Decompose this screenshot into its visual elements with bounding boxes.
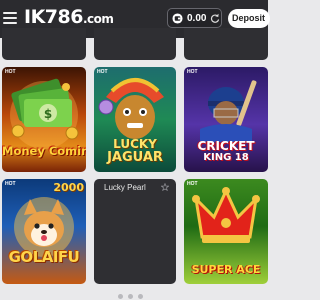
game-title-line-1: CRICKET [197, 139, 255, 153]
wallet-icon [172, 13, 183, 24]
golaifu-art [14, 197, 74, 257]
balance-value: 0.00 [187, 13, 207, 24]
game-tile-cricket-king-18[interactable]: HOT CRICKET KING 18 [184, 67, 268, 172]
page-dot[interactable] [118, 294, 123, 299]
game-tile-lucky-jaguar[interactable]: HOT LUCKY JAGUAR [94, 67, 176, 172]
hot-badge: HOT [5, 181, 16, 187]
game-title: Money Coming [2, 144, 86, 158]
game-tile-super-ace[interactable]: HOT SUPER ACE [184, 179, 268, 284]
game-title: SUPER ACE [191, 263, 261, 276]
game-number: 2000 [53, 181, 84, 194]
game-title-line-2: KING 18 [203, 152, 249, 163]
balance-display: 0.00 [167, 8, 222, 28]
game-tile-golaifu[interactable]: HOT 2000 GOLAIFU [2, 179, 86, 284]
game-tile-money-coming[interactable]: $ HOT Money Coming [2, 67, 86, 172]
svg-text:$: $ [44, 107, 52, 121]
game-title-line-1: LUCKY [113, 137, 157, 151]
refresh-icon[interactable] [210, 13, 220, 23]
game-title: GOLAIFU [8, 248, 80, 266]
game-tile-top-right[interactable] [184, 28, 268, 60]
menu-icon[interactable] [3, 10, 17, 24]
game-tile-lucky-pearl[interactable]: Lucky Pearl [94, 179, 176, 284]
star-icon[interactable] [161, 183, 169, 191]
hot-badge: HOT [187, 69, 198, 75]
game-tile-top-left[interactable] [2, 28, 86, 60]
game-title-line-2: JAGUAR [107, 150, 163, 165]
deposit-button[interactable]: Deposit [228, 9, 270, 28]
page-dot[interactable] [128, 294, 133, 299]
page-dot[interactable] [138, 294, 143, 299]
game-title: Lucky Pearl [104, 183, 146, 192]
hot-badge: HOT [187, 181, 198, 187]
logo-text: IK786 [24, 6, 83, 28]
hot-badge: HOT [5, 69, 16, 75]
game-tile-top-middle[interactable] [94, 28, 176, 60]
hot-badge: HOT [97, 69, 108, 75]
logo-tld: .com [82, 12, 114, 26]
